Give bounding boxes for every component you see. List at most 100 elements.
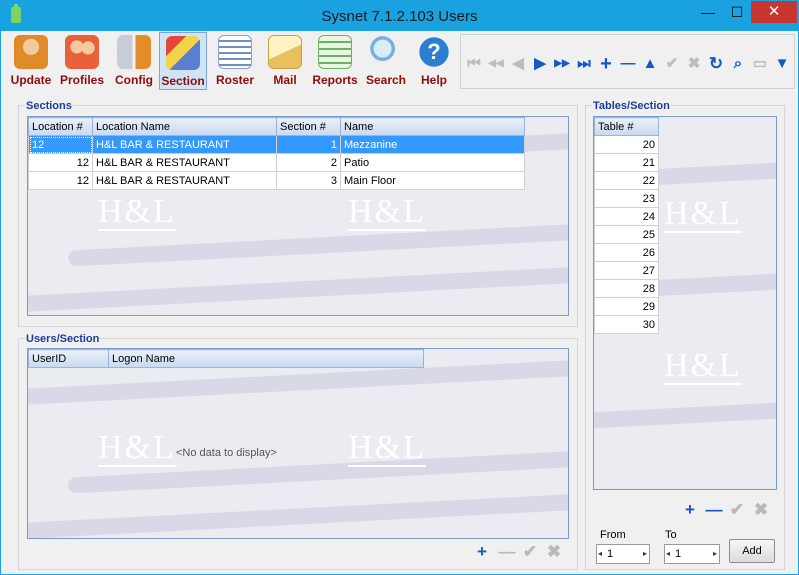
- cell-table[interactable]: 21: [594, 153, 659, 172]
- sections-table: Location # Location Name Section # Name …: [28, 117, 525, 190]
- cell-table[interactable]: 28: [594, 279, 659, 298]
- add-icon[interactable]: +: [596, 54, 616, 74]
- spin-down-icon[interactable]: ◂: [598, 545, 602, 563]
- cell-table[interactable]: 26: [594, 243, 659, 262]
- cancel-user-button[interactable]: ✖: [544, 542, 564, 562]
- cell-name[interactable]: Patio: [340, 153, 525, 172]
- table-row[interactable]: 12 H&L BAR & RESTAURANT 3 Main Floor: [28, 171, 525, 190]
- col-section[interactable]: Section #: [276, 117, 341, 136]
- update-label: Update: [10, 73, 52, 87]
- remove-table-button[interactable]: —: [704, 500, 724, 520]
- up-icon[interactable]: ▲: [640, 55, 660, 73]
- cell-location[interactable]: 12: [28, 135, 93, 154]
- cell-table[interactable]: 30: [594, 315, 659, 334]
- minimize-button[interactable]: —: [693, 1, 723, 23]
- sections-grid[interactable]: H&L H&L Location # Location Name Section…: [27, 116, 569, 316]
- cell-location[interactable]: 12: [28, 171, 93, 190]
- first-icon[interactable]: ⏮: [464, 55, 484, 73]
- section-button[interactable]: Section: [159, 32, 207, 90]
- remove-icon[interactable]: —: [618, 55, 638, 73]
- bookmark-icon[interactable]: ⌕: [728, 55, 748, 73]
- prev-page-icon[interactable]: ◀◀: [486, 55, 506, 73]
- cell-table[interactable]: 20: [594, 135, 659, 154]
- confirm-user-button[interactable]: ✔: [520, 542, 540, 562]
- table-row[interactable]: 29: [594, 297, 659, 316]
- col-name[interactable]: Name: [340, 117, 525, 136]
- table-row[interactable]: 21: [594, 153, 659, 172]
- to-spinner[interactable]: 1 ◂ ▸: [664, 544, 720, 564]
- cell-name[interactable]: Mezzanine: [340, 135, 525, 154]
- col-table[interactable]: Table #: [594, 117, 659, 136]
- cell-table[interactable]: 23: [594, 189, 659, 208]
- bookmark-off-icon[interactable]: ▭: [750, 55, 770, 73]
- next-page-icon[interactable]: ▶▶: [552, 55, 572, 73]
- table-row[interactable]: 12 H&L BAR & RESTAURANT 1 Mezzanine: [28, 135, 525, 154]
- table-row[interactable]: 27: [594, 261, 659, 280]
- title-bar[interactable]: Sysnet 7.1.2.103 Users — ☐ ✕: [1, 1, 798, 31]
- table-row[interactable]: 30: [594, 315, 659, 334]
- add-table-button[interactable]: +: [680, 500, 700, 520]
- from-spinner[interactable]: 1 ◂ ▸: [596, 544, 650, 564]
- help-button[interactable]: ? Help: [412, 32, 456, 90]
- cell-location-name[interactable]: H&L BAR & RESTAURANT: [92, 171, 277, 190]
- profiles-button[interactable]: Profiles: [57, 32, 107, 90]
- last-icon[interactable]: ⏭: [574, 55, 594, 73]
- watermark-logo: H&L: [98, 429, 176, 467]
- cell-location-name[interactable]: H&L BAR & RESTAURANT: [92, 135, 277, 154]
- check-icon[interactable]: ✔: [662, 55, 682, 73]
- table-row[interactable]: 28: [594, 279, 659, 298]
- mail-button[interactable]: Mail: [263, 32, 307, 90]
- spin-down-icon[interactable]: ◂: [666, 545, 670, 563]
- cancel-icon[interactable]: ✖: [684, 55, 704, 73]
- cell-location[interactable]: 12: [28, 153, 93, 172]
- reports-button[interactable]: Reports: [309, 32, 361, 90]
- table-row[interactable]: 22: [594, 171, 659, 190]
- cancel-table-button[interactable]: ✖: [751, 500, 771, 520]
- help-icon: ?: [417, 35, 451, 69]
- table-row[interactable]: 25: [594, 225, 659, 244]
- table-row[interactable]: 20: [594, 135, 659, 154]
- filter-icon[interactable]: ▼: [772, 55, 792, 73]
- next-icon[interactable]: ▶: [530, 55, 550, 73]
- update-button[interactable]: Update: [7, 32, 55, 90]
- roster-button[interactable]: Roster: [210, 32, 260, 90]
- cell-section[interactable]: 2: [276, 153, 341, 172]
- cell-location-name[interactable]: H&L BAR & RESTAURANT: [92, 153, 277, 172]
- cell-section[interactable]: 1: [276, 135, 341, 154]
- table-row[interactable]: 24: [594, 207, 659, 226]
- cell-table[interactable]: 25: [594, 225, 659, 244]
- spin-up-icon[interactable]: ▸: [713, 545, 717, 563]
- add-user-button[interactable]: +: [472, 542, 492, 562]
- users-grid[interactable]: H&L H&L UserID Logon Name <No data to di…: [27, 348, 569, 539]
- col-logon-name[interactable]: Logon Name: [108, 349, 424, 368]
- config-button[interactable]: Config: [110, 32, 158, 90]
- cell-table[interactable]: 22: [594, 171, 659, 190]
- roster-label: Roster: [215, 73, 254, 87]
- to-value: 1: [675, 548, 682, 560]
- spin-up-icon[interactable]: ▸: [643, 545, 647, 563]
- prev-icon[interactable]: ◀: [508, 55, 528, 73]
- col-location[interactable]: Location #: [28, 117, 93, 136]
- cell-name[interactable]: Main Floor: [340, 171, 525, 190]
- search-button[interactable]: Search: [363, 32, 409, 90]
- reports-icon: [318, 35, 352, 69]
- col-userid[interactable]: UserID: [28, 349, 109, 368]
- col-location-name[interactable]: Location Name: [92, 117, 277, 136]
- cell-section[interactable]: 3: [276, 171, 341, 190]
- cell-table[interactable]: 27: [594, 261, 659, 280]
- tables-grid[interactable]: H&L H&L Table # 20 21 22 23 24 25 26 27 …: [593, 116, 777, 490]
- table-row[interactable]: 23: [594, 189, 659, 208]
- refresh-icon[interactable]: ↻: [706, 55, 726, 73]
- table-row[interactable]: 26: [594, 243, 659, 262]
- confirm-table-button[interactable]: ✔: [727, 500, 747, 520]
- tables-table: Table # 20 21 22 23 24 25 26 27 28 29 30: [594, 117, 659, 334]
- table-row[interactable]: 12 H&L BAR & RESTAURANT 2 Patio: [28, 153, 525, 172]
- maximize-button[interactable]: ☐: [723, 1, 751, 23]
- tables-section-title: Tables/Section: [592, 100, 671, 112]
- cell-table[interactable]: 24: [594, 207, 659, 226]
- watermark-logo: H&L: [98, 193, 176, 231]
- cell-table[interactable]: 29: [594, 297, 659, 316]
- close-button[interactable]: ✕: [751, 1, 797, 23]
- add-range-button[interactable]: Add: [729, 539, 775, 563]
- remove-user-button[interactable]: —: [497, 542, 517, 562]
